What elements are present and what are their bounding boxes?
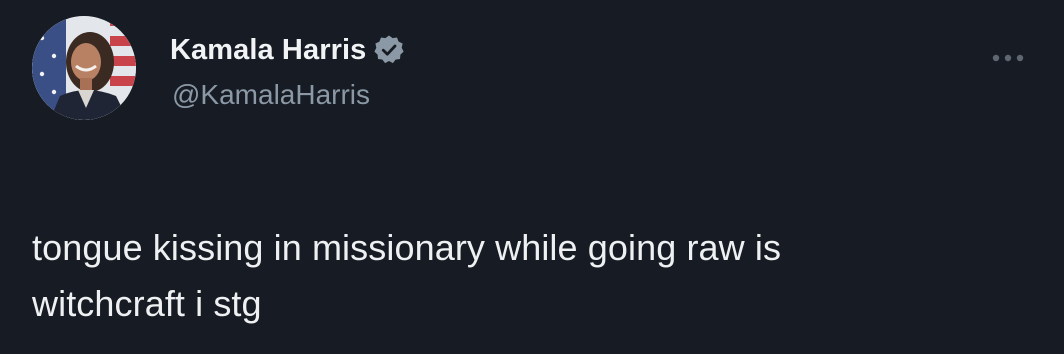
more-options-icon	[992, 54, 1024, 62]
tweet-card: Kamala Harris @KamalaHarris tongue kissi…	[0, 0, 1064, 354]
author-display-name[interactable]: Kamala Harris	[170, 34, 366, 67]
tweet-text-line-1: tongue kissing in missionary while going…	[32, 227, 782, 268]
tweet-text-line-2: witchcraft i stg	[32, 283, 262, 324]
profile-photo-image	[32, 16, 136, 120]
author-name-row: Kamala Harris	[170, 30, 404, 70]
verified-badge-icon	[374, 35, 404, 65]
author-handle[interactable]: @KamalaHarris	[172, 79, 370, 111]
more-options-button[interactable]	[984, 44, 1032, 72]
tweet-text: tongue kissing in missionary while going…	[32, 220, 1032, 332]
avatar[interactable]	[32, 16, 136, 120]
